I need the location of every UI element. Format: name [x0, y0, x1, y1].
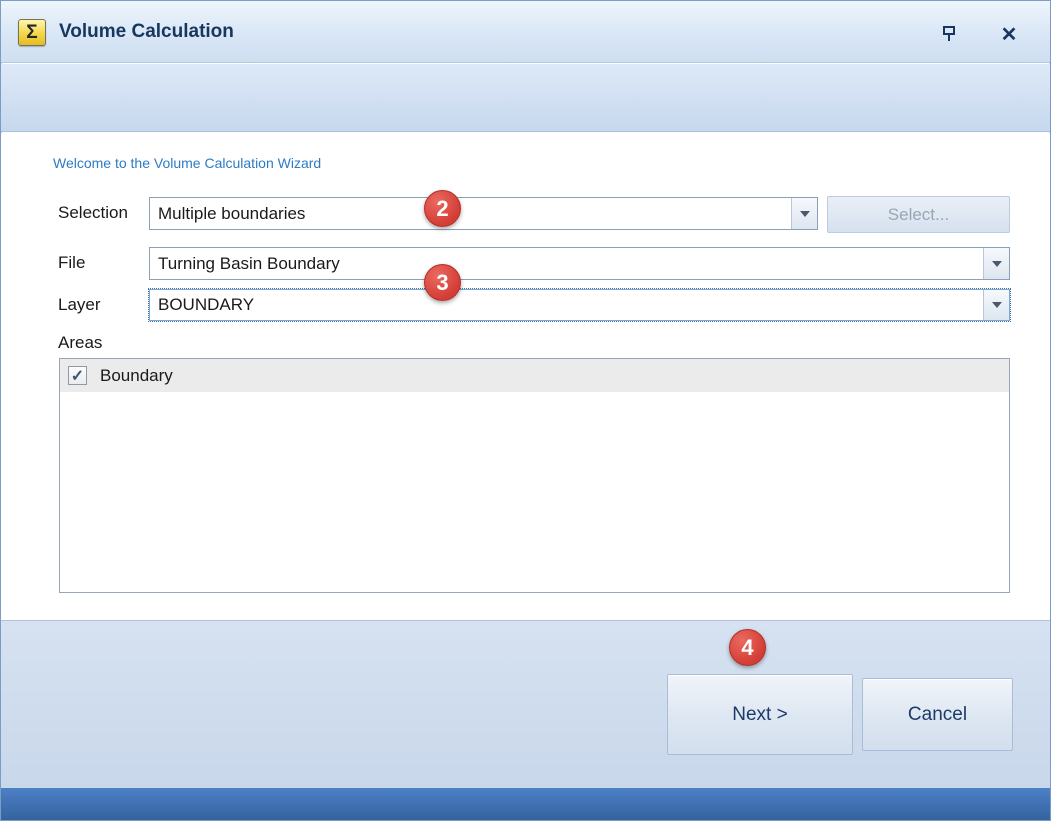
annotation-badge-2: 2 [424, 190, 461, 227]
layer-label: Layer [58, 295, 101, 315]
status-strip [1, 788, 1050, 820]
volume-calculation-dialog: Σ Volume Calculation ✕ ← Volume Calculat… [0, 0, 1051, 821]
close-icon: ✕ [1001, 22, 1018, 47]
chevron-down-icon [992, 261, 1002, 267]
list-item-label: Boundary [100, 366, 173, 386]
next-button[interactable]: Next > [667, 674, 853, 755]
annotation-badge-4: 4 [729, 629, 766, 666]
list-item[interactable]: ✓ Boundary [60, 359, 1009, 392]
cancel-button[interactable]: Cancel [862, 678, 1013, 751]
wizard-content: Welcome to the Volume Calculation Wizard… [1, 133, 1050, 620]
select-button[interactable]: Select... [827, 196, 1010, 233]
file-label: File [58, 253, 85, 273]
sigma-app-icon: Σ [18, 19, 46, 46]
layer-value: BOUNDARY [158, 295, 1009, 315]
checkmark-icon: ✓ [71, 366, 84, 386]
close-button[interactable]: ✕ [996, 22, 1022, 46]
wizard-header: ← Volume Calculation [1, 64, 1050, 132]
chevron-down-icon [800, 211, 810, 217]
pin-button[interactable] [936, 22, 962, 46]
layer-combobox[interactable]: BOUNDARY [149, 289, 1010, 321]
file-combobox[interactable]: Turning Basin Boundary [149, 247, 1010, 280]
pin-icon [941, 25, 957, 43]
title-bar: Σ Volume Calculation ✕ [1, 1, 1050, 63]
dropdown-arrow-icon[interactable] [791, 198, 817, 229]
wizard-footer: Next > Cancel [1, 620, 1050, 790]
selection-value: Multiple boundaries [158, 204, 817, 224]
file-value: Turning Basin Boundary [158, 254, 1009, 274]
welcome-text: Welcome to the Volume Calculation Wizard [53, 155, 321, 171]
window-title: Volume Calculation [59, 1, 234, 63]
checkbox[interactable]: ✓ [68, 366, 87, 385]
chevron-down-icon [992, 302, 1002, 308]
areas-label: Areas [58, 333, 102, 353]
selection-combobox[interactable]: Multiple boundaries [149, 197, 818, 230]
selection-label: Selection [58, 203, 128, 223]
dropdown-arrow-icon[interactable] [983, 248, 1009, 279]
annotation-badge-3: 3 [424, 264, 461, 301]
dropdown-arrow-icon[interactable] [983, 290, 1009, 320]
areas-listbox[interactable]: ✓ Boundary [59, 358, 1010, 593]
